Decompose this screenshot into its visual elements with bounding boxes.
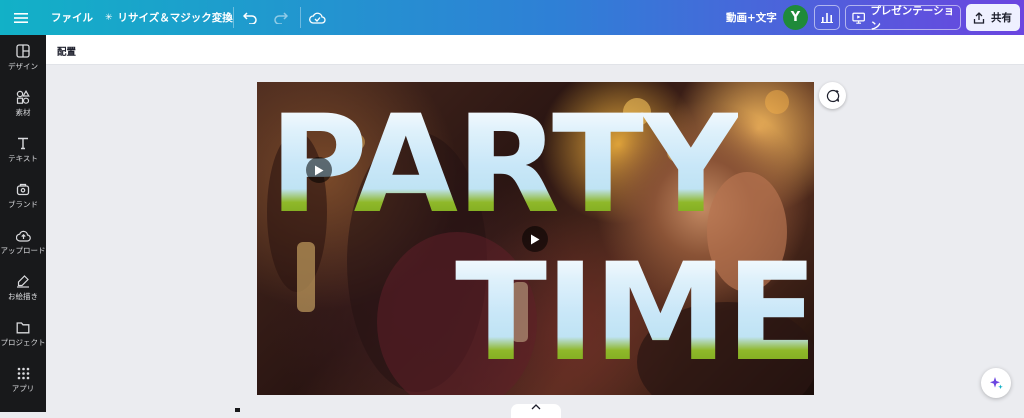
- present-button[interactable]: プレゼンテーション: [845, 4, 961, 32]
- menu-button[interactable]: [14, 0, 28, 35]
- play-icon: [315, 165, 324, 175]
- analytics-button[interactable]: [814, 5, 840, 30]
- upload-icon: [15, 230, 31, 242]
- divider: [233, 7, 234, 28]
- share-upload-icon: [973, 11, 985, 24]
- scroll-marker: [235, 408, 240, 412]
- bar-chart-icon: [821, 13, 833, 23]
- sidebar-item-label: テキスト: [8, 154, 38, 163]
- headline-line-1[interactable]: PARTY: [269, 97, 740, 232]
- brand-icon: [16, 183, 30, 196]
- save-status-button[interactable]: [309, 0, 326, 35]
- comment-plus-icon: [826, 89, 839, 102]
- sidebar-item-elements[interactable]: 素材: [0, 81, 46, 127]
- sidebar-item-text[interactable]: テキスト: [0, 127, 46, 173]
- top-bar: ファイル ✳ リサイズ＆マジック変換 動画+文字 Y プレゼンテーション 共有: [0, 0, 1024, 35]
- apps-icon: [17, 367, 29, 379]
- undo-button[interactable]: [243, 0, 258, 35]
- design-canvas[interactable]: PARTY TIME: [257, 82, 814, 395]
- sidebar-item-brand[interactable]: ブランド: [0, 173, 46, 219]
- share-label: 共有: [991, 12, 1012, 24]
- sidebar-item-uploads[interactable]: アップロード: [0, 219, 46, 265]
- folder-icon: [16, 321, 30, 333]
- undo-icon: [243, 12, 257, 24]
- divider: [300, 7, 301, 28]
- avatar[interactable]: Y: [783, 5, 808, 30]
- context-toolbar: 配置: [46, 35, 1024, 65]
- sidebar-item-label: アップロード: [0, 245, 46, 255]
- cloud-check-icon: [309, 12, 326, 24]
- play-button[interactable]: [522, 226, 548, 252]
- page-panel-toggle[interactable]: [511, 404, 561, 418]
- draw-icon: [17, 275, 29, 288]
- chevron-up-icon: [531, 404, 541, 410]
- sidebar-item-apps[interactable]: アプリ: [0, 357, 46, 403]
- sparkles-icon: [990, 377, 1003, 390]
- play-icon: [531, 234, 540, 244]
- sidebar-item-label: お絵描き: [8, 292, 38, 301]
- add-comment-button[interactable]: [819, 82, 846, 109]
- sidebar-item-label: アプリ: [11, 383, 35, 393]
- file-menu-button[interactable]: ファイル: [51, 0, 93, 35]
- sidebar-item-projects[interactable]: プロジェクト: [0, 311, 46, 357]
- sidebar-item-label: 素材: [15, 108, 31, 117]
- resize-label: リサイズ＆マジック変換: [117, 12, 233, 24]
- headline-line-2[interactable]: TIME: [455, 245, 814, 380]
- document-title[interactable]: 動画+文字: [726, 0, 777, 35]
- left-sidebar: デザイン 素材 テキスト ブランド アップロード お絵描き プロジェクト アプリ: [0, 35, 46, 412]
- sidebar-item-label: デザイン: [8, 62, 38, 71]
- sidebar-item-label: ブランド: [8, 200, 38, 209]
- sparkle-icon: ✳: [105, 12, 113, 23]
- hamburger-icon: [14, 12, 28, 23]
- resize-button[interactable]: ✳ リサイズ＆マジック変換: [105, 0, 233, 35]
- shapes-icon: [16, 90, 30, 104]
- play-button[interactable]: [306, 157, 332, 183]
- sidebar-item-label: プロジェクト: [0, 337, 46, 347]
- redo-button[interactable]: [273, 0, 288, 35]
- sidebar-item-draw[interactable]: お絵描き: [0, 265, 46, 311]
- share-button[interactable]: 共有: [966, 4, 1020, 31]
- layout-icon: [16, 44, 30, 58]
- presentation-icon: [852, 12, 865, 24]
- present-label: プレゼンテーション: [870, 4, 955, 32]
- magic-assistant-button[interactable]: [981, 368, 1011, 398]
- sidebar-item-design[interactable]: デザイン: [0, 35, 46, 81]
- text-icon: [18, 137, 28, 150]
- position-button[interactable]: 配置: [57, 44, 76, 58]
- redo-icon: [274, 12, 288, 24]
